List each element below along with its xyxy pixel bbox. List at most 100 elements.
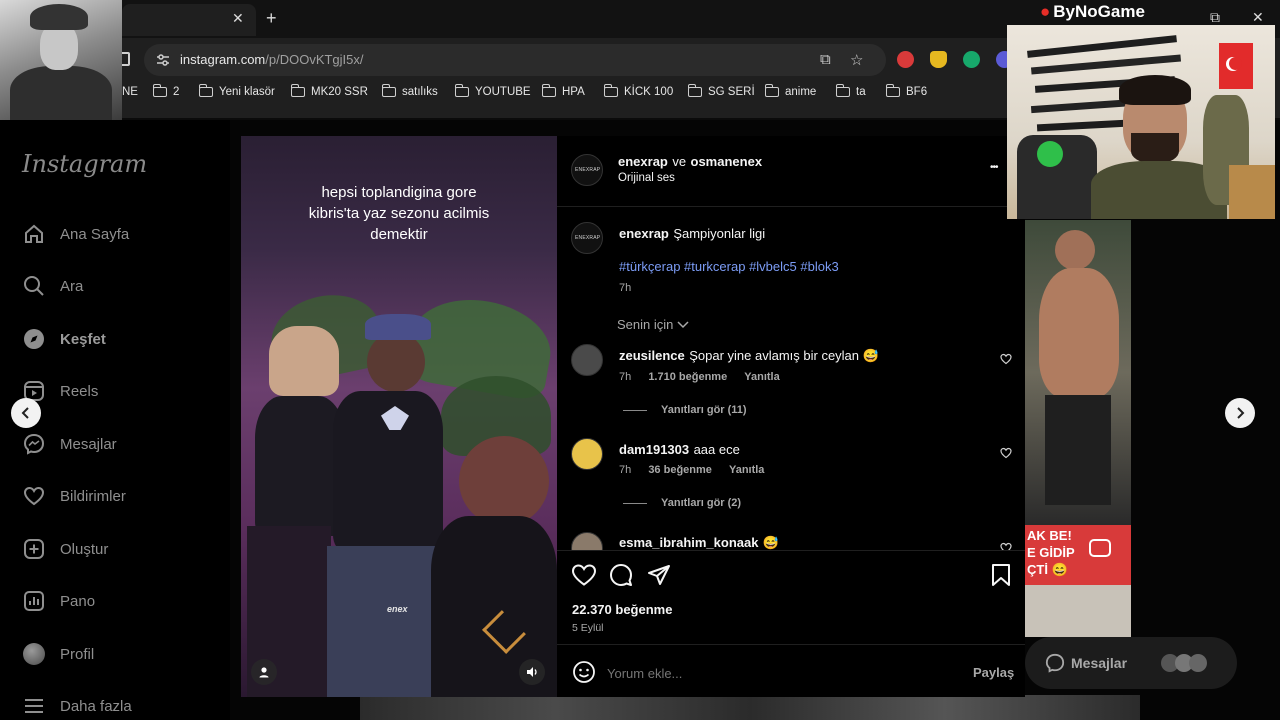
media-caption-line: hepsi toplandigina gore: [321, 184, 477, 201]
like-count[interactable]: 22.370 beğenme: [572, 602, 672, 617]
comment-avatar[interactable]: [571, 532, 603, 550]
author-avatar[interactable]: ENEXRAP: [571, 154, 603, 186]
view-replies-label: Yanıtları gör (2): [661, 497, 742, 509]
nav-label: Keşfet: [60, 330, 106, 348]
nav-notifications[interactable]: Bildirimler: [22, 482, 126, 510]
comment-like-icon[interactable]: [1000, 542, 1012, 550]
close-window-icon[interactable]: ✕: [1252, 9, 1264, 26]
shirt-print-text: enex: [387, 604, 408, 614]
bookmark-folder-ta[interactable]: ta: [835, 84, 866, 98]
comment-likes[interactable]: 36 beğenme: [648, 464, 712, 476]
next-post-button[interactable]: [1225, 398, 1255, 428]
caption-hashtags[interactable]: #türkçerap #turkcerap #lvbelc5 #blok3: [619, 259, 839, 274]
bookmark-folder-hpa[interactable]: HPA: [541, 84, 585, 98]
bookmark-folder-kick100[interactable]: KİCK 100: [603, 84, 673, 98]
post-media-video[interactable]: hepsi toplandigina gore kibris'ta yaz se…: [241, 136, 557, 697]
folder-icon: [764, 84, 779, 97]
reply-button[interactable]: Yanıtla: [744, 371, 779, 383]
bookmark-label: 2: [173, 86, 180, 98]
extension-icon-grammarly[interactable]: [963, 51, 980, 68]
brand-text: ByNoGame: [1053, 2, 1145, 21]
post-comment-button[interactable]: Paylaş: [973, 665, 1014, 680]
replies-line: [623, 502, 647, 504]
restore-window-icon[interactable]: ⧉: [1210, 9, 1220, 26]
bookmark-folder-bf6[interactable]: BF6: [885, 84, 928, 98]
emoji-icon[interactable]: [572, 660, 596, 684]
previous-post-button[interactable]: [11, 398, 41, 428]
bookmark-label: HPA: [562, 86, 585, 98]
nav-label: Daha fazla: [60, 697, 132, 715]
audio-label[interactable]: Orijinal ses: [618, 172, 675, 184]
tab-close-icon[interactable]: ✕: [232, 10, 244, 27]
comment-icon[interactable]: [609, 563, 633, 587]
nav-dashboard[interactable]: Pano: [22, 587, 95, 615]
nav-profile[interactable]: Profil: [22, 640, 94, 668]
extension-icon-red[interactable]: [897, 51, 914, 68]
nav-home[interactable]: Ana Sayfa: [22, 220, 129, 248]
folder-icon: [152, 84, 167, 97]
nav-explore[interactable]: Keşfet: [22, 325, 106, 353]
folder-icon: [290, 84, 305, 97]
bookmark-folder-yeni-klasor[interactable]: Yeni klasör: [198, 84, 275, 98]
instagram-logo[interactable]: Instagram: [22, 150, 147, 178]
streamer-hair: [1119, 75, 1191, 105]
bookmark-ne[interactable]: NE: [122, 86, 138, 98]
comment-username[interactable]: zeusilence: [619, 348, 685, 363]
install-app-icon[interactable]: ⧉: [820, 51, 831, 68]
nav-label: Profil: [60, 645, 95, 663]
person-cap: [365, 314, 431, 340]
reply-button[interactable]: Yanıtla: [729, 464, 764, 476]
comment-likes[interactable]: 1.710 beğenme: [648, 371, 727, 383]
comment-input[interactable]: [607, 663, 937, 683]
coauthor-username[interactable]: osmanenex: [691, 154, 763, 169]
comment-avatar[interactable]: [571, 438, 603, 470]
url-text[interactable]: instagram.com/p/DOOvKTgjI5x/: [180, 52, 364, 67]
bookmark-folder-anime[interactable]: anime: [764, 84, 816, 98]
actions-divider: [557, 550, 1025, 551]
bookmark-star-icon[interactable]: ☆: [850, 51, 863, 69]
nav-more[interactable]: Daha fazla: [22, 692, 132, 720]
address-bar[interactable]: instagram.com/p/DOOvKTgjI5x/ ⧉ ☆: [144, 44, 886, 76]
caption-avatar[interactable]: ENEXRAP: [571, 222, 603, 254]
author-username[interactable]: enexrap: [618, 154, 668, 169]
caption-username[interactable]: enexrap: [619, 226, 669, 241]
mute-button[interactable]: [519, 659, 545, 685]
comment-like-icon[interactable]: [1000, 353, 1012, 365]
bookmark-folder-youtube[interactable]: YOUTUBE: [454, 84, 531, 98]
bookmark-folder-2[interactable]: 2: [152, 84, 180, 98]
comment-filter-dropdown[interactable]: Senin için: [617, 317, 689, 332]
view-replies-button[interactable]: Yanıtları gör (11): [623, 404, 747, 416]
bookmark-label: YOUTUBE: [475, 86, 531, 98]
background-thumbnail[interactable]: AK BE! E GİDİP ÇTİ 😄: [1025, 525, 1131, 637]
chair-accent: [1037, 141, 1063, 167]
comment-meta: 7h 1.710 beğenme Yanıtla: [619, 371, 780, 383]
thumbnail-text-line: ÇTİ 😄: [1027, 562, 1068, 577]
comment-avatar[interactable]: [571, 344, 603, 376]
bookmark-label: BF6: [906, 86, 928, 98]
site-settings-icon[interactable]: [156, 53, 170, 67]
comment-like-icon[interactable]: [1000, 447, 1012, 459]
save-icon[interactable]: [990, 563, 1012, 587]
bookmark-folder-sg-seri[interactable]: SG SERİ: [687, 84, 755, 98]
tagged-users-button[interactable]: [251, 659, 277, 685]
more-options-icon[interactable]: •••: [990, 162, 998, 173]
header-divider: [557, 206, 1025, 207]
comment-username[interactable]: esma_ibrahim_konaak: [619, 535, 758, 550]
bookmark-label: MK20 SSR: [311, 86, 368, 98]
folder-icon: [454, 84, 469, 97]
bookmark-folder-mk20[interactable]: MK20 SSR: [290, 84, 368, 98]
post-details-panel: ENEXRAP enexrap ve osmanenex Orijinal se…: [557, 136, 1025, 697]
nav-messages[interactable]: Mesajlar: [22, 430, 117, 458]
nav-search[interactable]: Ara: [22, 272, 83, 300]
new-tab-button[interactable]: +: [266, 8, 277, 29]
background-thumbnail[interactable]: [1025, 220, 1131, 525]
extension-icon-shield[interactable]: [930, 51, 947, 68]
nav-create[interactable]: Oluştur: [22, 535, 108, 563]
view-replies-button[interactable]: Yanıtları gör (2): [623, 497, 741, 509]
bookmark-folder-satiliks[interactable]: satılıks: [381, 84, 438, 98]
comment-username[interactable]: dam191303: [619, 442, 689, 457]
like-icon[interactable]: [571, 563, 597, 587]
messages-pill[interactable]: Mesajlar: [1025, 637, 1237, 689]
share-icon[interactable]: [647, 563, 671, 587]
post-header-authors: enexrap ve osmanenex: [618, 153, 762, 171]
